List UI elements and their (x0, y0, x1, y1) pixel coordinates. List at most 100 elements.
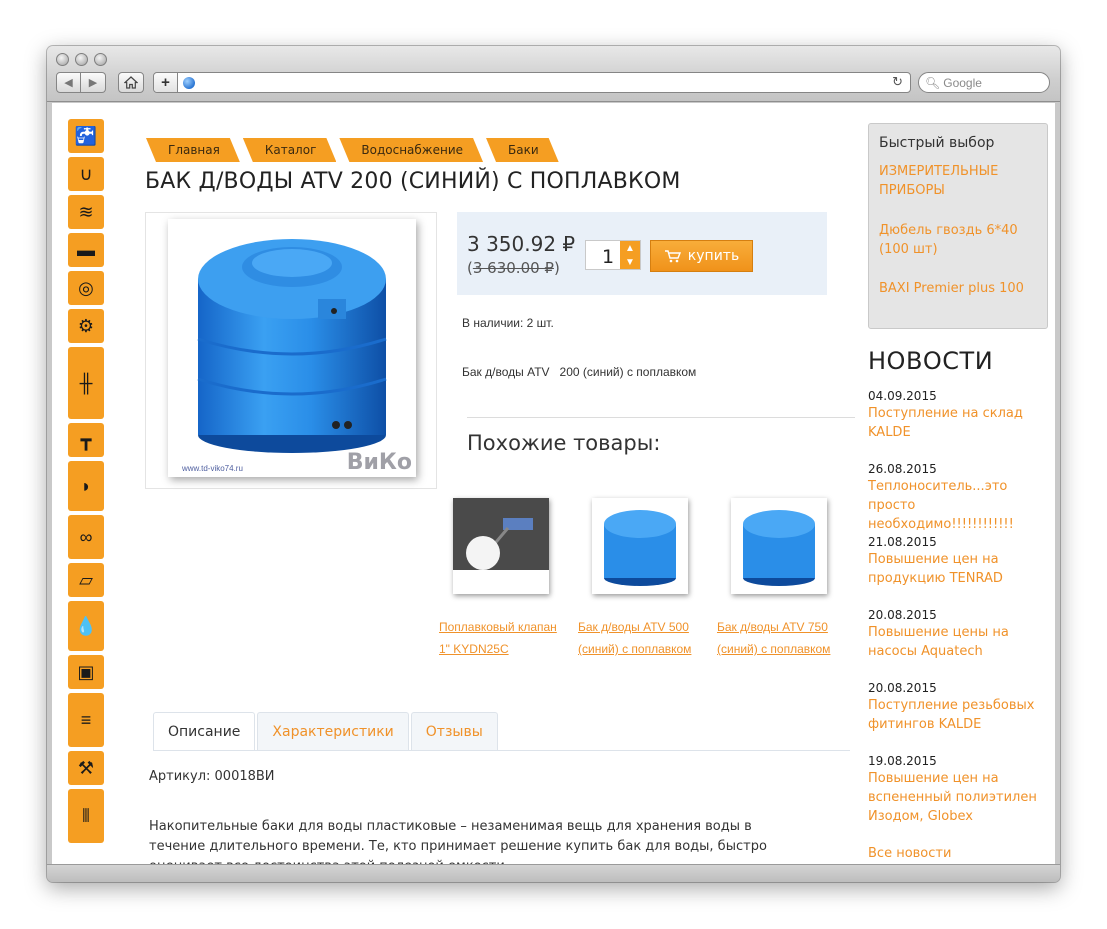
breadcrumb-catalog[interactable]: Каталог (243, 138, 337, 162)
gears-icon: ⚙ (77, 316, 95, 336)
quick-select-panel: Быстрый выбор ИЗМЕРИТЕЛЬНЫЕ ПРИБОРЫ Дюбе… (868, 123, 1048, 329)
buy-button[interactable]: купить (650, 240, 753, 272)
category-button[interactable]: 🚰 (68, 119, 104, 153)
similar-product-image[interactable] (731, 498, 827, 594)
news-date: 26.08.2015 (868, 462, 937, 476)
heating-coil-icon: ≋ (78, 202, 94, 222)
similar-products-heading: Похожие товары: (467, 431, 661, 455)
faucet-icon: 🚰 (74, 126, 98, 146)
news-heading: НОВОСТИ (868, 347, 994, 375)
news-link[interactable]: Поступление на склад KALDE (868, 404, 1053, 442)
forward-button[interactable]: ▶ (81, 72, 106, 93)
reload-icon[interactable]: ↻ (892, 74, 903, 90)
quick-select-link[interactable]: BAXI Premier plus 100 (879, 279, 1039, 298)
pipe-roll-icon: ◎ (78, 278, 94, 298)
category-button[interactable]: ≋ (68, 195, 104, 229)
news-date: 20.08.2015 (868, 681, 937, 695)
hammer-icon: ⚒ (77, 758, 95, 778)
browser-titlebar: ◀ ▶ + ↻ 🔍︎ Google (47, 46, 1060, 102)
seal-rings-icon: ∞ (79, 527, 93, 547)
search-icon: 🔍︎ (925, 75, 941, 90)
forward-icon: ▶ (88, 77, 98, 89)
home-button[interactable] (118, 72, 144, 93)
category-button[interactable]: ∪ (68, 157, 104, 191)
divider (467, 417, 855, 418)
quick-select-link[interactable]: ИЗМЕРИТЕЛЬНЫЕ ПРИБОРЫ (879, 162, 1039, 200)
breadcrumb-home[interactable]: Главная (146, 138, 240, 162)
news-link[interactable]: Повышение цен на вспененный полиэтилен И… (868, 769, 1053, 826)
radiator-icon: ≡ (80, 710, 92, 730)
category-button[interactable]: ▬ (68, 233, 104, 267)
category-button[interactable]: ∞ (68, 515, 104, 559)
chevron-down-icon: ▼ (625, 256, 635, 268)
home-icon (124, 76, 138, 89)
stock-status: В наличии: 2 шт. (462, 316, 554, 330)
blue-tank-thumbnail (743, 510, 815, 586)
category-button[interactable]: ▣ (68, 655, 104, 689)
breadcrumb: Главная Каталог Водоснабжение Баки (146, 138, 559, 162)
breadcrumb-water-supply[interactable]: Водоснабжение (339, 138, 483, 162)
product-tabs: Описание Характеристики Отзывы (153, 712, 498, 750)
quantity-increase-button[interactable]: ▲ (620, 241, 640, 255)
product-image-frame[interactable]: ВиКо www.td-viko74.ru (145, 212, 437, 489)
similar-product-image[interactable] (453, 498, 549, 594)
similar-product-link[interactable]: Бак д/воды ATV 500 (синий) с поплавком (578, 616, 698, 660)
quantity-value[interactable]: 1 (602, 246, 614, 268)
category-button[interactable]: ≡ (68, 693, 104, 747)
tab-characteristics[interactable]: Характеристики (257, 712, 409, 750)
search-field[interactable]: 🔍︎ Google (918, 72, 1050, 93)
all-news-link[interactable]: Все новости (868, 846, 951, 861)
minimize-window-button[interactable] (75, 53, 88, 66)
news-date: 19.08.2015 (868, 754, 937, 768)
article-number: Артикул: 00018ВИ (149, 769, 275, 784)
add-bookmark-icon: + (161, 74, 170, 91)
back-icon: ◀ (64, 77, 73, 89)
similar-product-link[interactable]: Бак д/воды ATV 750 (синий) с поплавком (717, 616, 837, 660)
news-item: 26.08.2015 Теплоноситель...это просто не… (868, 461, 1053, 534)
old-price-value: 3 630.00 ₽ (472, 259, 554, 277)
address-bar[interactable]: + ↻ (153, 72, 911, 93)
news-link[interactable]: Теплоноситель...это просто необходимо!!!… (868, 477, 1053, 534)
news-link[interactable]: Поступление резьбовых фитингов KALDE (868, 696, 1053, 734)
add-to-cart-icon (664, 250, 681, 263)
category-button[interactable]: ◗ (68, 461, 104, 511)
globe-icon (183, 76, 195, 89)
pipe-icon: ▱ (79, 570, 93, 590)
product-image[interactable]: ВиКо www.td-viko74.ru (168, 219, 416, 477)
category-button[interactable]: ┳ (68, 423, 104, 457)
zoom-window-button[interactable] (94, 53, 107, 66)
category-button[interactable]: ╫ (68, 347, 104, 419)
news-link[interactable]: Повышение цены на насосы Aquatech (868, 623, 1053, 661)
news-item: 21.08.2015 Повышение цен на продукцию TE… (868, 534, 1053, 588)
category-button[interactable]: ◎ (68, 271, 104, 305)
category-button[interactable]: ⚙ (68, 309, 104, 343)
category-button[interactable]: ⚒ (68, 751, 104, 785)
boiler-icon: ▣ (77, 662, 95, 682)
category-button[interactable]: ⦀ (68, 789, 104, 843)
old-price: (3 630.00 ₽) (467, 259, 560, 277)
tab-description[interactable]: Описание (153, 712, 256, 750)
buy-button-label: купить (687, 248, 740, 264)
float-valve-image (453, 498, 549, 594)
current-price: 3 350.92 ₽ (467, 232, 576, 256)
quantity-stepper[interactable]: 1 ▲ ▼ (585, 240, 641, 270)
close-window-button[interactable] (56, 53, 69, 66)
quick-select-link[interactable]: Дюбель гвоздь 6*40 (100 шт) (879, 221, 1039, 259)
tab-reviews[interactable]: Отзывы (410, 712, 498, 750)
news-link[interactable]: Повышение цен на продукцию TENRAD (868, 550, 1053, 588)
add-bookmark-button[interactable]: + (154, 73, 178, 92)
similar-product-link[interactable]: Поплавковый клапан 1" KYDN25C (439, 616, 559, 660)
shower-icon: ◗ (80, 476, 92, 496)
similar-product-image[interactable] (592, 498, 688, 594)
price-box: 3 350.92 ₽ (3 630.00 ₽) 1 ▲ ▼ купить (457, 212, 827, 295)
image-url-watermark: www.td-viko74.ru (182, 464, 243, 473)
back-button[interactable]: ◀ (56, 72, 81, 93)
quantity-decrease-button[interactable]: ▼ (620, 255, 640, 269)
category-button[interactable]: ▱ (68, 563, 104, 597)
page-title: БАК Д/ВОДЫ ATV 200 (СИНИЙ) С ПОПЛАВКОМ (145, 169, 681, 194)
blue-tank-thumbnail (604, 510, 676, 586)
valve-icon: ╫ (79, 373, 93, 393)
breadcrumb-tanks[interactable]: Баки (486, 138, 559, 162)
category-button[interactable]: 💧 (68, 601, 104, 651)
chevron-up-icon: ▲ (625, 242, 635, 254)
